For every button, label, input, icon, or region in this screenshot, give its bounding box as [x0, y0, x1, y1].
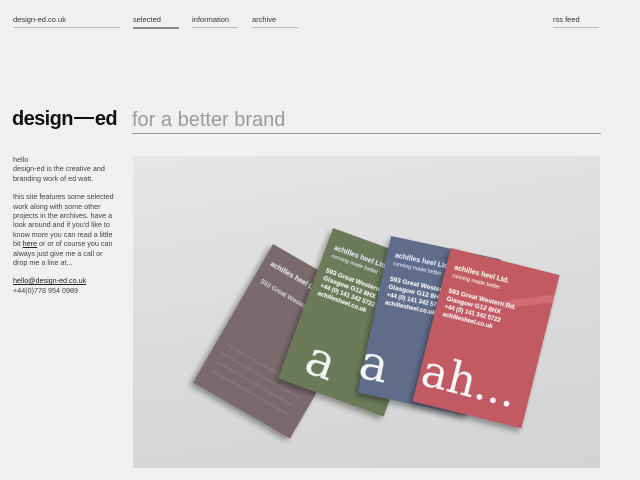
site-url-link[interactable]: design-ed.co.uk	[13, 15, 120, 28]
sidebar-intro: hello design-ed is the creative and bran…	[13, 155, 118, 183]
business-cards-illustration: achilles heel Ltd. 593 Great Western Rd.…	[193, 228, 560, 439]
page-tagline: for a better brand	[132, 109, 286, 131]
phone-number: +44(0)778 954 0989	[13, 285, 78, 295]
site-logo[interactable]: design ed	[12, 108, 118, 131]
sidebar-body: this site features some selected work al…	[13, 192, 118, 267]
sidebar-contact: hello@design-ed.co.uk +44(0)778 954 0989	[13, 276, 118, 295]
logo-text-right: ed	[94, 108, 118, 130]
featured-project-image[interactable]: achilles heel Ltd. 593 Great Western Rd.…	[133, 156, 600, 468]
header-divider	[132, 133, 601, 134]
rss-feed-link[interactable]: rss feed	[553, 15, 599, 28]
logo-text-left: design	[12, 108, 73, 130]
sidebar-intro-text: design-ed is the creative and branding w…	[13, 164, 105, 183]
email-link[interactable]: hello@design-ed.co.uk	[13, 276, 86, 285]
sidebar: hello design-ed is the creative and bran…	[13, 155, 118, 304]
nav-archive[interactable]: archive	[252, 15, 298, 28]
about-link[interactable]: here	[23, 239, 37, 248]
logo-dash	[73, 117, 94, 120]
nav-information[interactable]: information	[192, 15, 238, 28]
sidebar-greeting: hello	[13, 155, 29, 164]
nav-selected[interactable]: selected	[133, 15, 179, 29]
